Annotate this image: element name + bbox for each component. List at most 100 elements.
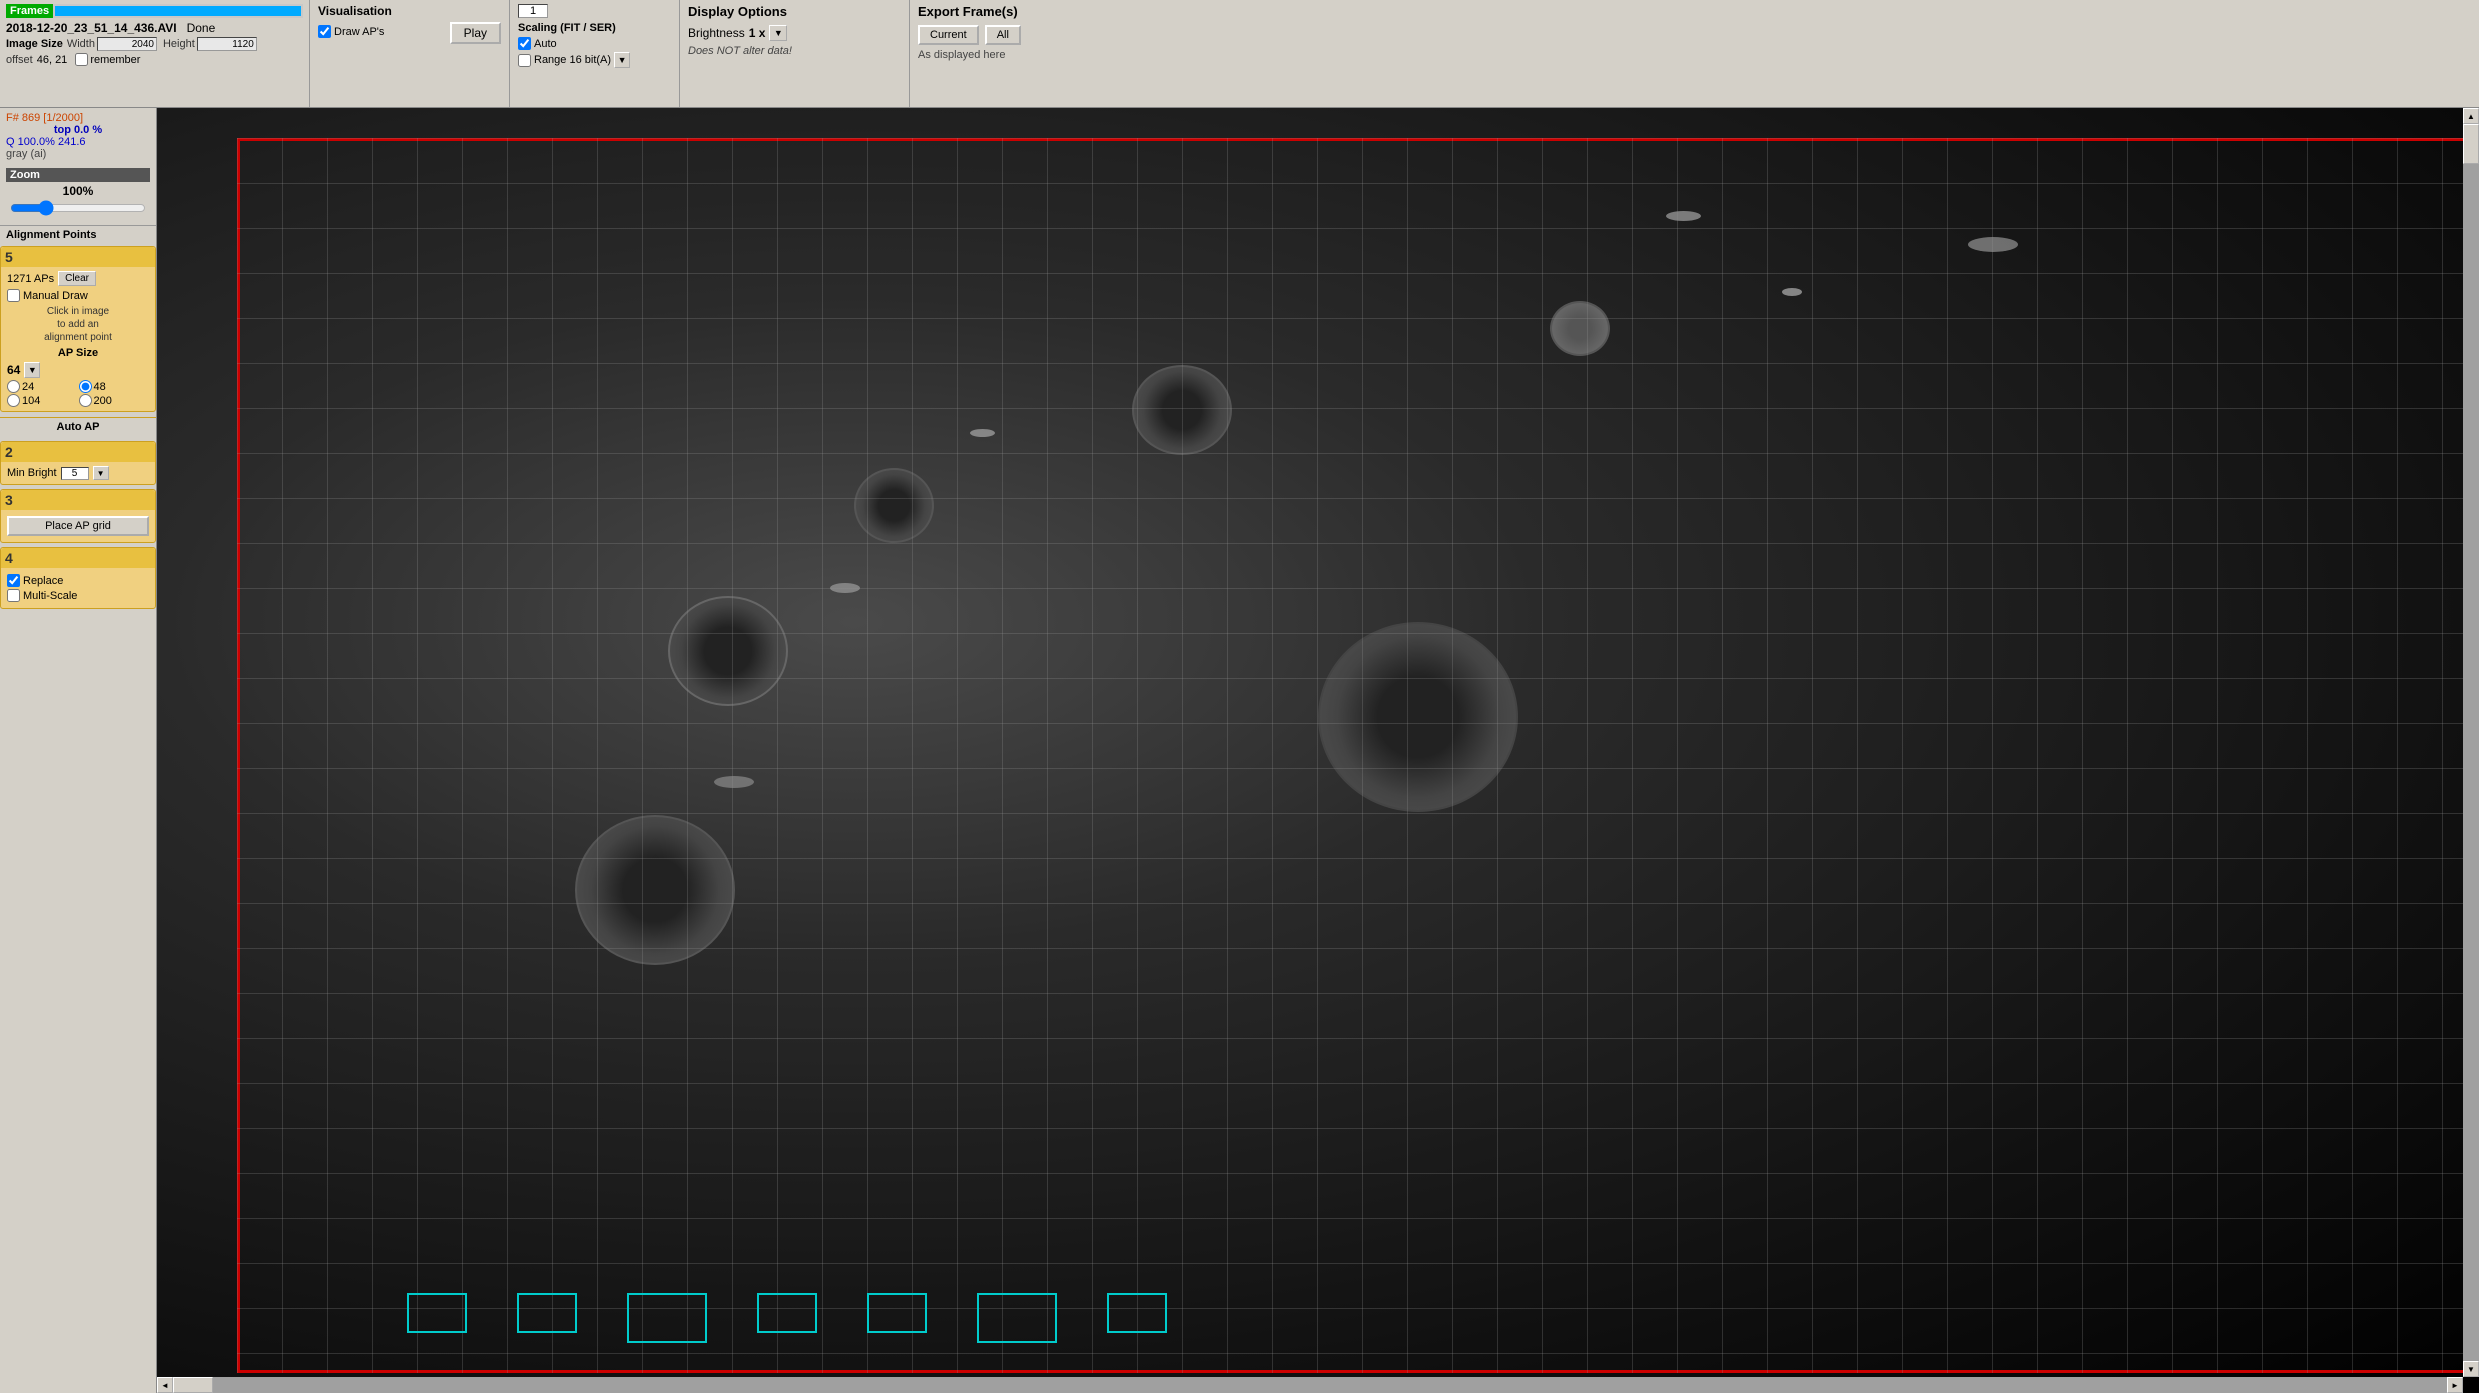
draw-aps-label: Draw AP's xyxy=(334,26,384,38)
step4-content: Replace Multi-Scale xyxy=(1,568,155,608)
ap-size-btn[interactable]: ▼ xyxy=(24,362,40,378)
ap-radios: 24 48 104 200 xyxy=(7,380,149,407)
ap-radio-200-input[interactable] xyxy=(79,394,92,407)
current-button[interactable]: Current xyxy=(918,25,979,45)
frame-top: top 0.0 % xyxy=(6,124,150,136)
cyan-box-7 xyxy=(1107,1293,1167,1333)
draw-aps-check[interactable]: Draw AP's xyxy=(318,25,440,38)
frame-info-line: F# 869 [1/2000] xyxy=(6,112,150,124)
multiscale-check[interactable]: Multi-Scale xyxy=(7,589,149,602)
auto-checkbox[interactable] xyxy=(518,37,531,50)
step5-header: 5 xyxy=(1,247,155,267)
display-options-section: Display Options Brightness 1 x ▼ Does NO… xyxy=(680,0,910,107)
manual-draw[interactable]: Manual Draw xyxy=(7,289,149,302)
zoom-slider[interactable] xyxy=(10,200,146,216)
step3-header: 3 xyxy=(1,490,155,510)
zoom-val: 100% xyxy=(6,184,150,198)
scroll-right-button[interactable]: ► xyxy=(2447,1377,2463,1393)
scroll-v-thumb[interactable] xyxy=(2463,124,2479,164)
ap-radio-24-label: 24 xyxy=(22,381,34,393)
as-displayed: As displayed here xyxy=(918,49,1102,61)
scroll-h-track[interactable] xyxy=(173,1377,2447,1393)
manual-draw-checkbox[interactable] xyxy=(7,289,20,302)
horizontal-scrollbar[interactable]: ◄ ► xyxy=(157,1377,2463,1393)
frames-bar: Frames xyxy=(6,4,303,18)
remember-check[interactable]: remember xyxy=(75,53,140,66)
multiscale-checkbox[interactable] xyxy=(7,589,20,602)
all-button[interactable]: All xyxy=(985,25,1021,45)
ap-radio-104[interactable]: 104 xyxy=(7,394,78,407)
remember-label: remember xyxy=(90,54,140,66)
manual-draw-label: Manual Draw xyxy=(23,290,88,302)
cyan-boxes xyxy=(407,1293,1167,1343)
ap-radio-48[interactable]: 48 xyxy=(79,380,150,393)
width-label: Width xyxy=(67,38,95,50)
scaling-title: Scaling (FIT / SER) xyxy=(518,22,671,34)
image-container[interactable]: ▲ ▼ ◄ ► xyxy=(157,108,2479,1393)
auto-label: Auto xyxy=(534,38,557,50)
does-not-alter: Does NOT alter data! xyxy=(688,45,901,57)
brightness-adjust-btn[interactable]: ▼ xyxy=(769,25,787,41)
remember-checkbox[interactable] xyxy=(75,53,88,66)
step4-panel: 4 Replace Multi-Scale xyxy=(0,547,156,609)
step3-content: Place AP grid xyxy=(1,510,155,542)
step3-panel: 3 Place AP grid xyxy=(0,489,156,543)
height-label: Height xyxy=(163,38,195,50)
scroll-down-button[interactable]: ▼ xyxy=(2463,1361,2479,1377)
clear-button[interactable]: Clear xyxy=(58,271,96,286)
step2-panel: 2 Min Bright ▼ xyxy=(0,441,156,485)
frames-label: Frames xyxy=(6,4,53,18)
place-ap-button[interactable]: Place AP grid xyxy=(7,516,149,536)
ap-radio-48-input[interactable] xyxy=(79,380,92,393)
auto-check[interactable]: Auto xyxy=(518,37,671,50)
step4-num: 4 xyxy=(5,550,13,566)
zoom-slider-container[interactable] xyxy=(6,198,150,221)
scroll-v-track[interactable] xyxy=(2463,124,2479,1361)
ap-radio-48-label: 48 xyxy=(94,381,106,393)
ap-radio-104-input[interactable] xyxy=(7,394,20,407)
replace-check[interactable]: Replace xyxy=(7,574,149,587)
height-input[interactable] xyxy=(197,37,257,51)
min-bright-btn[interactable]: ▼ xyxy=(93,466,109,480)
file-section: Frames 2018-12-20_23_51_14_436.AVI Done … xyxy=(0,0,310,107)
export-title: Export Frame(s) xyxy=(918,4,1102,19)
frame-number-input[interactable] xyxy=(518,4,548,18)
min-bright-input[interactable] xyxy=(61,467,89,480)
ap-radio-24-input[interactable] xyxy=(7,380,20,393)
export-section: Export Frame(s) Current All As displayed… xyxy=(910,0,1110,107)
scroll-h-thumb[interactable] xyxy=(173,1377,213,1393)
alignment-title: Alignment Points xyxy=(0,225,156,244)
draw-aps-checkbox[interactable] xyxy=(318,25,331,38)
ap-radio-104-label: 104 xyxy=(22,395,40,407)
zoom-section: Zoom 100% xyxy=(0,164,156,225)
ap-radio-200-label: 200 xyxy=(94,395,112,407)
step2-header: 2 xyxy=(1,442,155,462)
scroll-up-button[interactable]: ▲ xyxy=(2463,108,2479,124)
multiscale-label: Multi-Scale xyxy=(23,590,77,602)
vertical-scrollbar[interactable]: ▲ ▼ xyxy=(2463,108,2479,1377)
cyan-box-1 xyxy=(407,1293,467,1333)
range-adjust-btn[interactable]: ▼ xyxy=(614,52,630,68)
cyan-box-2 xyxy=(517,1293,577,1333)
width-field: Width xyxy=(67,37,157,51)
width-input[interactable] xyxy=(97,37,157,51)
ap-size-title: AP Size xyxy=(7,347,149,359)
range-check[interactable]: Range 16 bit(A) ▼ xyxy=(518,52,671,68)
range-checkbox[interactable] xyxy=(518,54,531,67)
ap-radio-24[interactable]: 24 xyxy=(7,380,78,393)
grid-overlay xyxy=(237,138,2469,1373)
ap-size-val: 64 xyxy=(7,363,20,377)
file-status: Done xyxy=(187,21,216,35)
play-button[interactable]: Play xyxy=(450,22,501,44)
ap-radio-200[interactable]: 200 xyxy=(79,394,150,407)
step5-num: 5 xyxy=(5,249,13,265)
zoom-title: Zoom xyxy=(6,168,150,182)
cyan-box-4 xyxy=(757,1293,817,1333)
scroll-left-button[interactable]: ◄ xyxy=(157,1377,173,1393)
height-field: Height xyxy=(163,37,257,51)
frame-num-row xyxy=(518,4,671,18)
vis-title: Visualisation xyxy=(318,4,501,18)
ap-row: 1271 APs Clear xyxy=(7,271,149,286)
ap-size-main: 64 ▼ xyxy=(7,362,149,378)
replace-checkbox[interactable] xyxy=(7,574,20,587)
